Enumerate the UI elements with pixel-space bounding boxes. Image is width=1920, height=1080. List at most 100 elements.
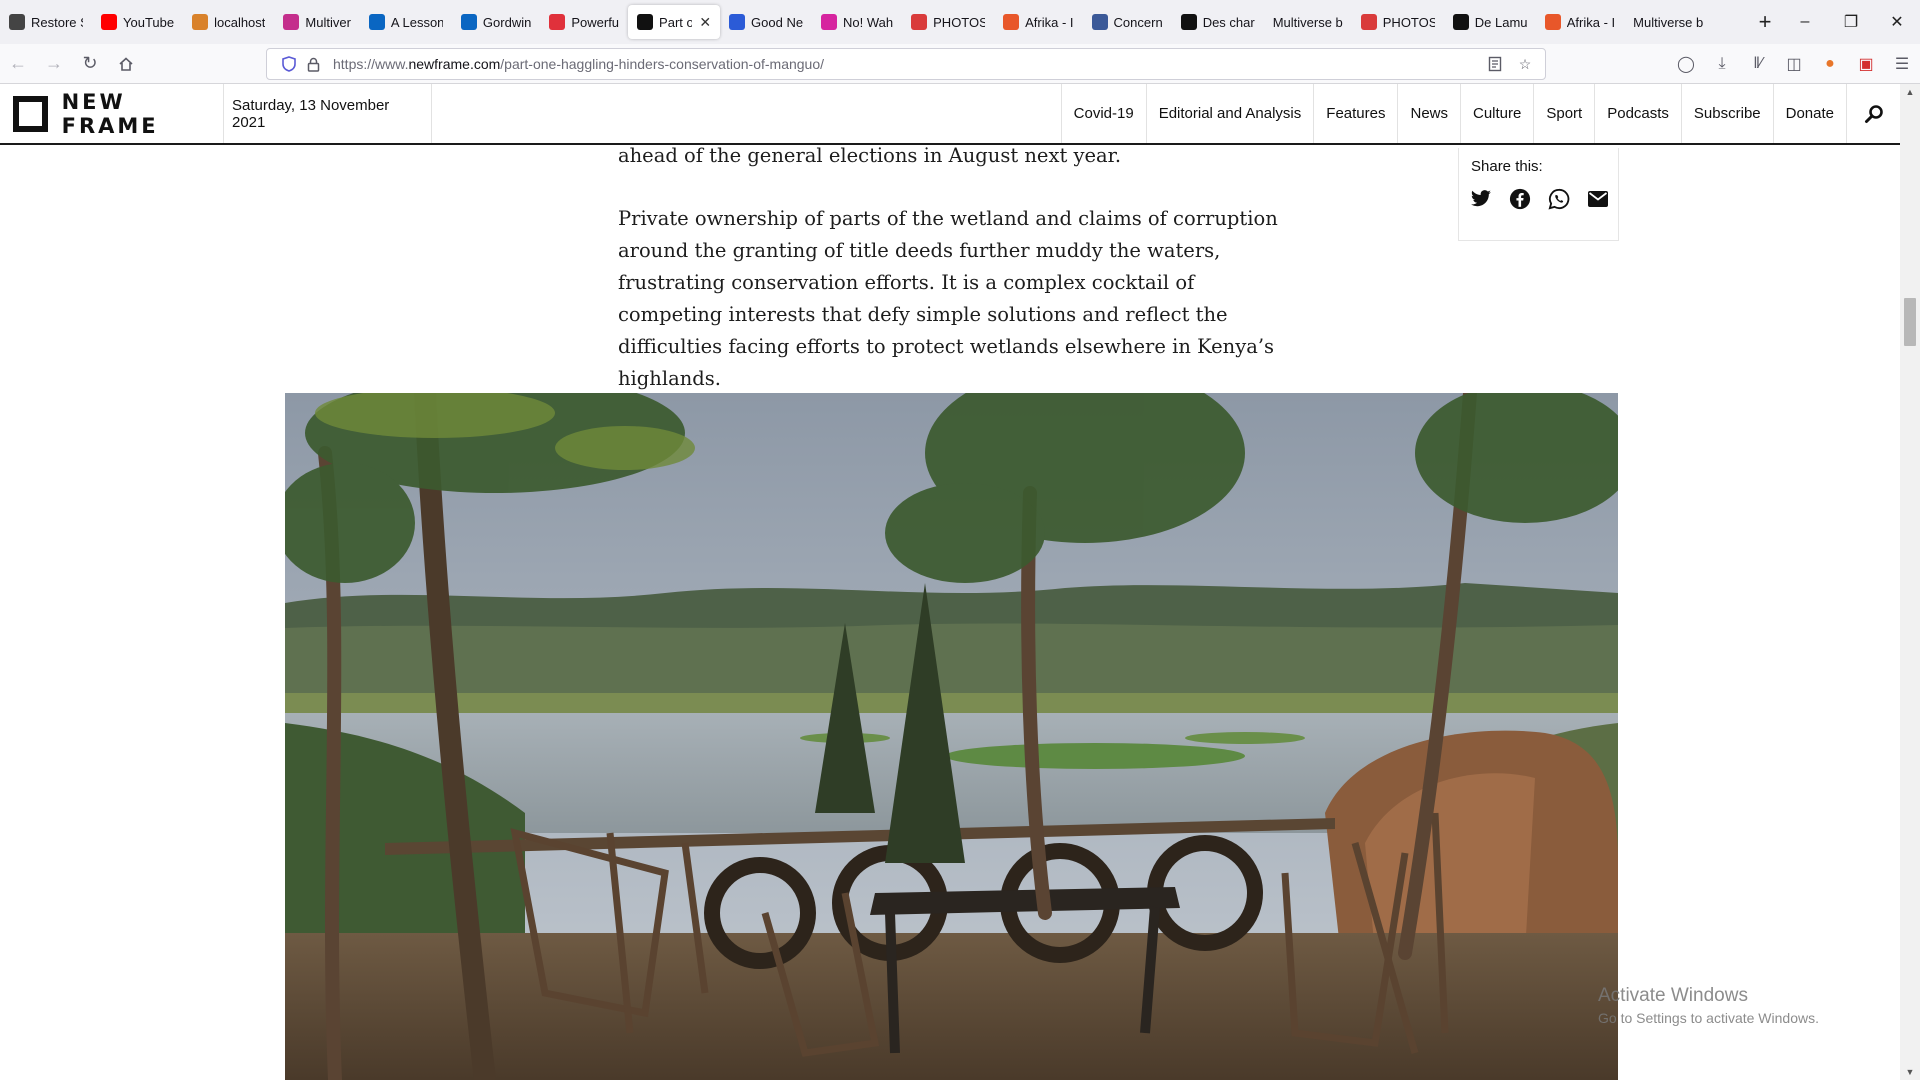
nav-link-editorial-and-analysis[interactable]: Editorial and Analysis (1145, 84, 1314, 143)
toolbar-icons: ◯ ⤓ ‖⁄ ◫ ● ▣ ☰ (1668, 48, 1920, 80)
tab-label: Part o (659, 14, 693, 30)
search-icon (1864, 104, 1883, 123)
browser-tab[interactable]: No! Wah (812, 5, 902, 39)
article-body: ahead of the general elections in August… (618, 140, 1286, 426)
nav-link-features[interactable]: Features (1313, 84, 1397, 143)
window-controls: – ❐ ✕ (1782, 0, 1920, 44)
browser-tab[interactable]: Concern (1083, 5, 1172, 39)
browser-tab[interactable]: A Lesson (360, 5, 452, 39)
logo-text: NEW FRAME (61, 89, 159, 138)
bookmark-star-icon[interactable]: ☆ (1513, 52, 1537, 76)
tab-label: PHOTOS (933, 14, 986, 30)
nav-link-subscribe[interactable]: Subscribe (1680, 84, 1773, 143)
site-header: NEW FRAME Saturday, 13 November 2021 Cov… (0, 84, 1900, 145)
new-tab-button[interactable]: + (1748, 5, 1782, 39)
shield-icon (277, 52, 301, 76)
sidebar-icon[interactable]: ◫ (1776, 48, 1812, 80)
close-tab-icon[interactable]: ✕ (699, 14, 711, 31)
scroll-down-arrow[interactable]: ▼ (1900, 1064, 1920, 1080)
browser-tab[interactable]: localhost (183, 5, 274, 39)
whatsapp-icon (1548, 188, 1570, 210)
browser-tab[interactable]: Multiverse b (1624, 5, 1712, 39)
hii-icon (1452, 14, 1469, 30)
linkedin-icon (460, 14, 477, 30)
browser-tab[interactable]: Part o ✕ (628, 5, 721, 39)
nav-link-news[interactable]: News (1397, 84, 1460, 143)
restore-button[interactable]: ❐ (1828, 0, 1874, 44)
email-share-button[interactable] (1586, 187, 1610, 211)
browser-tab[interactable]: PHOTOS (902, 5, 994, 39)
tab-label: Afrika - I (1566, 14, 1616, 30)
browser-tab[interactable]: Multiver (274, 5, 360, 39)
downloads-icon[interactable]: ⤓ (1704, 48, 1740, 80)
tab-label: Multiver (305, 14, 351, 30)
back-button[interactable]: ← (0, 48, 36, 80)
logo-mark (13, 95, 48, 132)
reader-view-icon[interactable] (1483, 52, 1507, 76)
facebook-icon (1509, 188, 1531, 210)
url-domain: newframe.com (408, 56, 501, 72)
nav-link-covid-19[interactable]: Covid-19 (1060, 84, 1146, 143)
twitter-icon (1471, 190, 1491, 207)
share-icons (1459, 175, 1618, 211)
tab-label: No! Wah (843, 14, 894, 30)
close-window-button[interactable]: ✕ (1874, 0, 1920, 44)
menu-icon[interactable]: ☰ (1884, 48, 1920, 80)
library-icon[interactable]: ‖⁄ (1740, 48, 1776, 80)
browser-tab[interactable]: Afrika - I (1536, 5, 1624, 39)
page-scrollbar[interactable]: ▲ ▼ (1900, 84, 1920, 1080)
tab-label: Powerfu (571, 14, 620, 30)
browser-tab[interactable]: PHOTOS (1352, 5, 1444, 39)
search-button[interactable] (1846, 84, 1900, 143)
tab-label: PHOTOS (1382, 14, 1435, 30)
url-bar[interactable]: https://www.newframe.com/part-one-haggli… (266, 48, 1546, 80)
extension-icon[interactable]: ● (1812, 48, 1848, 80)
linkedin-icon (368, 14, 385, 30)
email-icon (1588, 191, 1608, 207)
browser-tab[interactable]: Afrika - I (994, 5, 1082, 39)
extension-badge-icon[interactable]: ▣ (1848, 48, 1884, 80)
tab-label: Afrika - I (1025, 14, 1074, 30)
scroll-up-arrow[interactable]: ▲ (1900, 84, 1920, 100)
photos-icon (1360, 14, 1377, 30)
reload-button[interactable]: ↻ (72, 48, 108, 80)
whatsapp-share-button[interactable] (1547, 187, 1571, 211)
tab-label: Gordwin (482, 14, 532, 30)
newframe-icon (637, 14, 654, 30)
twitter-share-button[interactable] (1469, 187, 1493, 211)
url-text: https://www.newframe.com/part-one-haggli… (333, 56, 1483, 72)
nav-link-culture[interactable]: Culture (1460, 84, 1533, 143)
nav-link-donate[interactable]: Donate (1772, 84, 1846, 143)
nav-link-sport[interactable]: Sport (1533, 84, 1594, 143)
browser-tab[interactable]: Powerfu (540, 5, 628, 39)
article-paragraph: ahead of the general elections in August… (618, 144, 1122, 167)
scrollbar-thumb[interactable] (1904, 298, 1916, 346)
tab-label: A Lesson (390, 14, 443, 30)
browser-tab[interactable]: Multiverse b (1264, 5, 1352, 39)
f-icon (1180, 14, 1197, 30)
home-button[interactable] (108, 48, 144, 80)
browser-toolbar: ← → ↻ https://www.newframe.com/part-one-… (0, 44, 1920, 84)
browser-tab[interactable]: YouTube (92, 5, 183, 39)
s-icon (1003, 14, 1020, 30)
tab-label: localhost (214, 14, 266, 30)
browser-tab[interactable]: Des char (1172, 5, 1264, 39)
article-photo (285, 393, 1618, 1080)
browser-tab[interactable]: Good Ne (720, 5, 812, 39)
browser-tab[interactable]: Restore S (0, 5, 92, 39)
url-path: /part-one-haggling-hinders-conservation-… (500, 56, 825, 72)
main-navigation: Covid-19 Editorial and Analysis Features Ne… (1060, 84, 1846, 143)
site-logo[interactable]: NEW FRAME (0, 84, 224, 143)
pocket-icon[interactable]: ◯ (1668, 48, 1704, 80)
info-icon (9, 14, 25, 30)
tab-list: Restore S YouTube localhost Multiver A Lesso… (0, 0, 1748, 44)
minimize-button[interactable]: – (1782, 0, 1828, 44)
localhost-icon (192, 14, 209, 30)
browser-tab[interactable]: Gordwin (452, 5, 540, 39)
forward-button[interactable]: → (36, 48, 72, 80)
facebook-share-button[interactable] (1508, 187, 1532, 211)
watermark-title: Activate Windows (1598, 985, 1748, 1006)
rd-icon (549, 14, 566, 30)
browser-tab[interactable]: De Lamu (1444, 5, 1536, 39)
nav-link-podcasts[interactable]: Podcasts (1594, 84, 1681, 143)
